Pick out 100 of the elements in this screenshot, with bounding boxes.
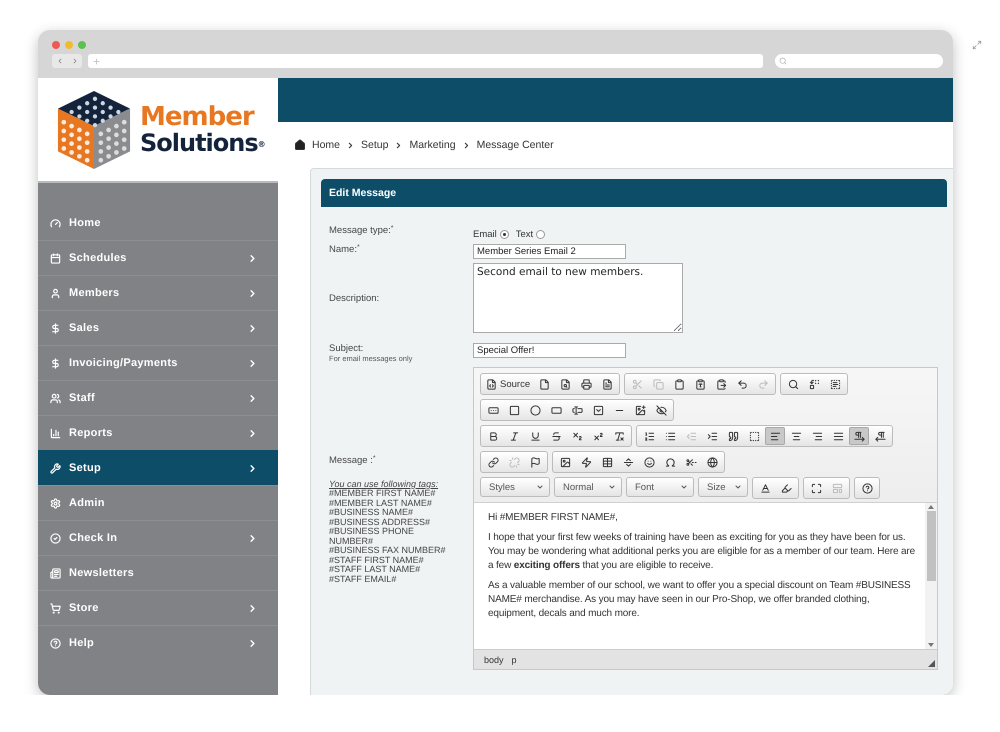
tag-text: #BUSINESS FAX NUMBER# <box>329 546 447 556</box>
format-dropdown[interactable]: Size <box>698 477 748 497</box>
close-dot-icon <box>52 41 60 49</box>
tag-text: #STAFF FIRST NAME# <box>329 556 425 566</box>
numbered-list-icon <box>644 430 654 442</box>
blockquote-icon <box>728 430 738 442</box>
align-right-icon <box>812 430 822 442</box>
square-icon <box>508 404 520 416</box>
sidebar-item[interactable]: Members <box>38 275 278 310</box>
newspaper-icon <box>50 568 61 578</box>
new-page-icon <box>538 378 550 390</box>
element-path-link[interactable]: p <box>512 654 517 664</box>
show-blocks-icon <box>832 482 842 494</box>
expand-icon[interactable] <box>972 40 982 50</box>
sidebar-item[interactable]: Home <box>38 205 278 240</box>
sidebar-item[interactable]: Invoicing/Payments <box>38 345 278 380</box>
tag-text: #STAFF LAST NAME# <box>329 565 422 575</box>
resize-grip-icon <box>928 660 935 667</box>
link-icon <box>488 456 498 468</box>
align-center-icon <box>790 430 802 442</box>
strikethrough-icon <box>550 430 562 442</box>
breadcrumb-link[interactable]: Marketing <box>409 139 456 151</box>
subscript-icon <box>572 430 582 442</box>
sidebar-item[interactable]: Admin <box>38 485 278 520</box>
radio-button[interactable] <box>536 230 546 239</box>
flag-icon <box>530 456 540 468</box>
templates-icon <box>602 378 613 390</box>
wrench-icon <box>50 462 61 474</box>
sidebar-item[interactable]: Staff <box>38 380 278 415</box>
radio-label: Text <box>516 229 534 240</box>
description-field[interactable]: Second email to new members. <box>473 263 683 333</box>
paragraph: Hi #MEMBER FIRST NAME#, <box>488 511 619 525</box>
caret-icon <box>608 483 616 491</box>
minimize-dot-icon <box>65 41 73 49</box>
home-icon[interactable] <box>294 139 306 151</box>
subject-field[interactable]: Special Offer! <box>473 343 626 358</box>
check-circle-icon <box>50 532 61 544</box>
element-path-link[interactable]: body <box>484 654 504 664</box>
calendar-icon <box>50 252 61 264</box>
help-icon <box>862 482 872 494</box>
ltr-button[interactable] <box>849 427 869 445</box>
field-label: Message :$^{*}$ <box>329 454 377 466</box>
format-dropdown[interactable]: Normal <box>554 477 622 497</box>
breadcrumb-link[interactable]: Message Center <box>476 139 554 151</box>
circle-icon <box>530 404 540 416</box>
search-icon <box>788 378 799 390</box>
outdent-icon <box>686 430 696 442</box>
field-label: Message type:$^{*}$ <box>329 225 395 238</box>
paste-word-icon <box>716 378 727 390</box>
unlink-icon <box>508 456 520 468</box>
format-dropdown[interactable]: Styles <box>480 477 550 497</box>
field-label: Name:$^{*}$ <box>329 244 361 257</box>
tag-text: #BUSINESS ADDRESS# <box>329 518 432 528</box>
breadcrumb-link[interactable]: Home <box>312 139 340 151</box>
redo-icon <box>758 378 769 390</box>
user-icon <box>50 288 61 298</box>
horizontal-rule-icon <box>622 456 634 468</box>
search-field[interactable] <box>775 54 943 68</box>
sidebar-item[interactable]: Sales <box>38 310 278 345</box>
sidebar-item[interactable]: Setup <box>38 450 278 485</box>
superscript-icon <box>592 430 604 442</box>
radio-button[interactable] <box>500 230 509 239</box>
lightning-icon <box>580 456 592 468</box>
text-color-icon <box>760 482 770 494</box>
smiley-icon <box>644 456 654 468</box>
copy-icon <box>652 378 664 390</box>
gauge-icon <box>50 218 61 228</box>
tag-text: #STAFF EMAIL# <box>329 574 398 584</box>
justify-icon <box>832 430 844 442</box>
tag-text: #BUSINESS PHONE NUMBER# <box>329 527 416 546</box>
sidebar-item[interactable]: Schedules <box>38 240 278 275</box>
users-icon <box>50 392 61 404</box>
sidebar-item[interactable]: Store <box>38 590 278 625</box>
underline-icon <box>530 430 540 442</box>
breadcrumb-link[interactable]: Setup <box>361 139 388 151</box>
bold-icon <box>488 430 498 442</box>
sidebar-item[interactable]: Newsletters <box>38 555 278 590</box>
ltr-icon <box>854 430 864 442</box>
help-icon <box>50 638 61 648</box>
background-color-icon <box>780 482 792 494</box>
sidebar-item[interactable]: Help <box>38 625 278 660</box>
source-icon <box>486 378 497 390</box>
source-button[interactable]: Source <box>483 375 534 393</box>
tags-heading: You can use following tags: <box>329 480 440 490</box>
clear-format-icon <box>614 430 624 442</box>
radio-label: Email <box>473 229 497 240</box>
page-break-icon <box>686 456 696 468</box>
undo-icon <box>736 378 748 390</box>
text-field-icon <box>550 404 562 416</box>
align-left-button[interactable] <box>765 427 785 445</box>
zoom-dot-icon <box>78 41 86 49</box>
tag-text: #MEMBER LAST NAME# <box>329 498 433 508</box>
rtl-icon <box>874 430 886 442</box>
select-icon <box>592 404 604 416</box>
sidebar-item[interactable]: Check In <box>38 520 278 555</box>
search-icon <box>779 57 787 65</box>
format-dropdown[interactable]: Font <box>626 477 694 497</box>
align-left-icon <box>770 430 780 442</box>
name-field[interactable]: Member Series Email 2 <box>473 244 626 259</box>
indent-icon <box>706 430 718 442</box>
